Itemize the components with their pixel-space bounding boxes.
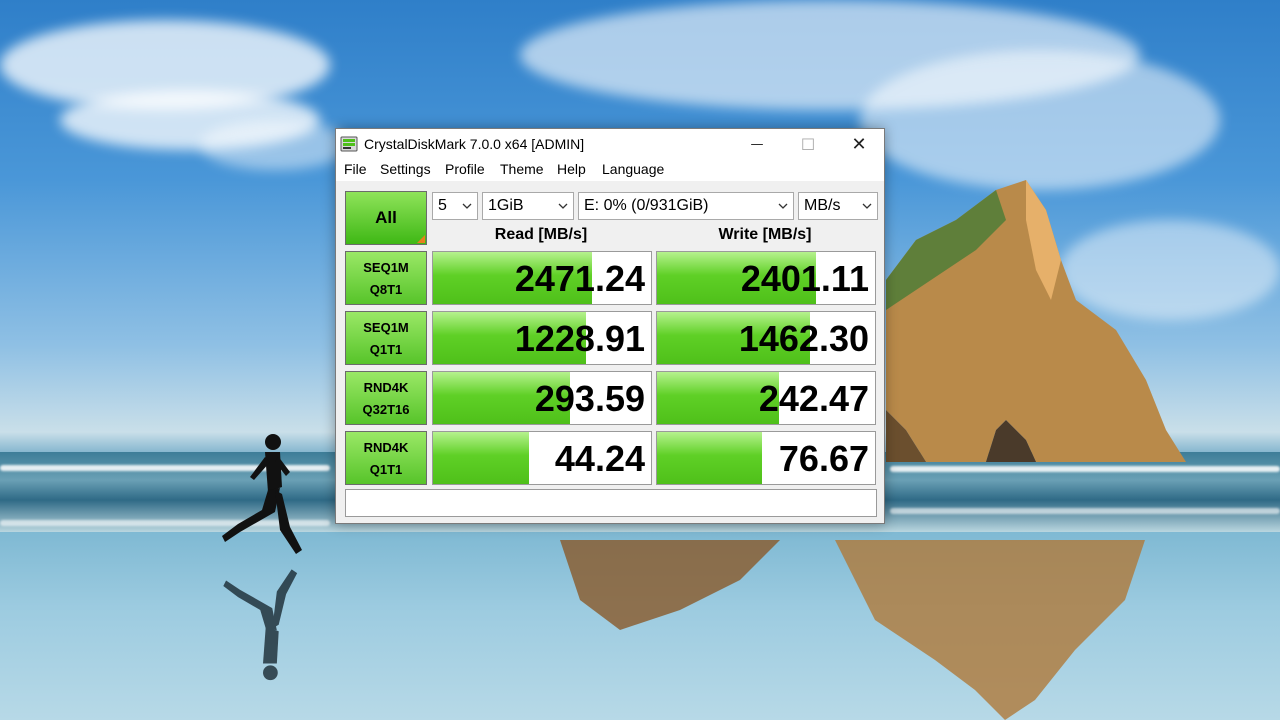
write-result-seq1m-q1t1: 1462.30 <box>656 311 876 365</box>
minimize-button[interactable]: — <box>734 129 780 159</box>
test-params: Q1T1 <box>369 462 403 477</box>
write-result-rnd4k-q32t16: 242.47 <box>656 371 876 425</box>
test-button-seq1m-q8t1[interactable]: SEQ1M Q8T1 <box>345 251 427 305</box>
comment-input[interactable] <box>345 489 877 517</box>
write-value: 242.47 <box>758 378 869 419</box>
crystaldiskmark-icon <box>340 136 358 152</box>
benchmark-panel: All 5 1GiB E: 0% (0/931GiB) MB/s Read [M… <box>336 181 884 523</box>
write-value: 1462.30 <box>738 318 869 359</box>
write-value: 76.67 <box>778 438 869 479</box>
menu-bar: File Settings Profile Theme Help Languag… <box>336 159 884 181</box>
chevron-down-icon <box>862 203 872 209</box>
read-value: 1228.91 <box>514 318 645 359</box>
test-button-seq1m-q1t1[interactable]: SEQ1M Q1T1 <box>345 311 427 365</box>
read-value: 2471.24 <box>514 258 645 299</box>
write-header: Write [MB/s] <box>718 226 812 243</box>
window-title: CrystalDiskMark 7.0.0 x64 [ADMIN] <box>364 136 585 152</box>
runner-reflection <box>223 569 298 681</box>
drive-select[interactable]: E: 0% (0/931GiB) <box>578 192 794 220</box>
unit-value: MB/s <box>804 197 841 214</box>
read-result-seq1m-q8t1: 2471.24 <box>432 251 652 305</box>
test-count-value: 5 <box>438 197 447 214</box>
test-size-select[interactable]: 1GiB <box>482 192 574 220</box>
menu-help[interactable]: Help <box>557 161 586 177</box>
test-params: Q1T1 <box>369 342 403 357</box>
test-params: Q8T1 <box>369 282 403 297</box>
test-button-rnd4k-q1t1[interactable]: RND4K Q1T1 <box>345 431 427 485</box>
runner-silhouette <box>222 434 302 554</box>
chevron-down-icon <box>778 203 788 209</box>
menu-theme[interactable]: Theme <box>500 161 544 177</box>
unit-select[interactable]: MB/s <box>798 192 878 220</box>
test-name: RND4K <box>363 380 409 395</box>
write-result-rnd4k-q1t1: 76.67 <box>656 431 876 485</box>
menu-profile[interactable]: Profile <box>445 161 485 177</box>
read-result-seq1m-q1t1: 1228.91 <box>432 311 652 365</box>
test-size-value: 1GiB <box>488 197 524 214</box>
write-value: 2401.11 <box>740 258 869 299</box>
menu-settings[interactable]: Settings <box>380 161 431 177</box>
test-name: SEQ1M <box>363 260 409 275</box>
menu-language[interactable]: Language <box>602 161 664 177</box>
chevron-down-icon <box>462 203 472 209</box>
chevron-down-icon <box>558 203 568 209</box>
test-params: Q32T16 <box>362 402 410 417</box>
crystaldiskmark-window: CrystalDiskMark 7.0.0 x64 [ADMIN] — ☐ ✕ … <box>335 128 885 524</box>
rock-reflection-left <box>560 540 780 630</box>
sea-stack-rock <box>886 180 1186 462</box>
drive-value: E: 0% (0/931GiB) <box>584 197 709 214</box>
write-bar <box>657 432 762 484</box>
test-name: RND4K <box>363 440 409 455</box>
all-button-label: All <box>375 208 397 227</box>
read-result-rnd4k-q32t16: 293.59 <box>432 371 652 425</box>
close-button[interactable]: ✕ <box>836 129 882 159</box>
test-count-select[interactable]: 5 <box>432 192 478 220</box>
read-result-rnd4k-q1t1: 44.24 <box>432 431 652 485</box>
read-header: Read [MB/s] <box>494 226 588 243</box>
read-bar <box>433 432 529 484</box>
test-button-rnd4k-q32t16[interactable]: RND4K Q32T16 <box>345 371 427 425</box>
maximize-button[interactable]: ☐ <box>785 129 831 159</box>
read-value: 44.24 <box>554 438 645 479</box>
title-bar[interactable]: CrystalDiskMark 7.0.0 x64 [ADMIN] — ☐ ✕ <box>336 129 884 159</box>
menu-file[interactable]: File <box>344 161 367 177</box>
rock-reflection-right <box>835 540 1145 720</box>
corner-marker-icon <box>417 235 425 243</box>
read-value: 293.59 <box>534 378 645 419</box>
all-button[interactable]: All <box>345 191 427 245</box>
write-result-seq1m-q8t1: 2401.11 <box>656 251 876 305</box>
test-name: SEQ1M <box>363 320 409 335</box>
